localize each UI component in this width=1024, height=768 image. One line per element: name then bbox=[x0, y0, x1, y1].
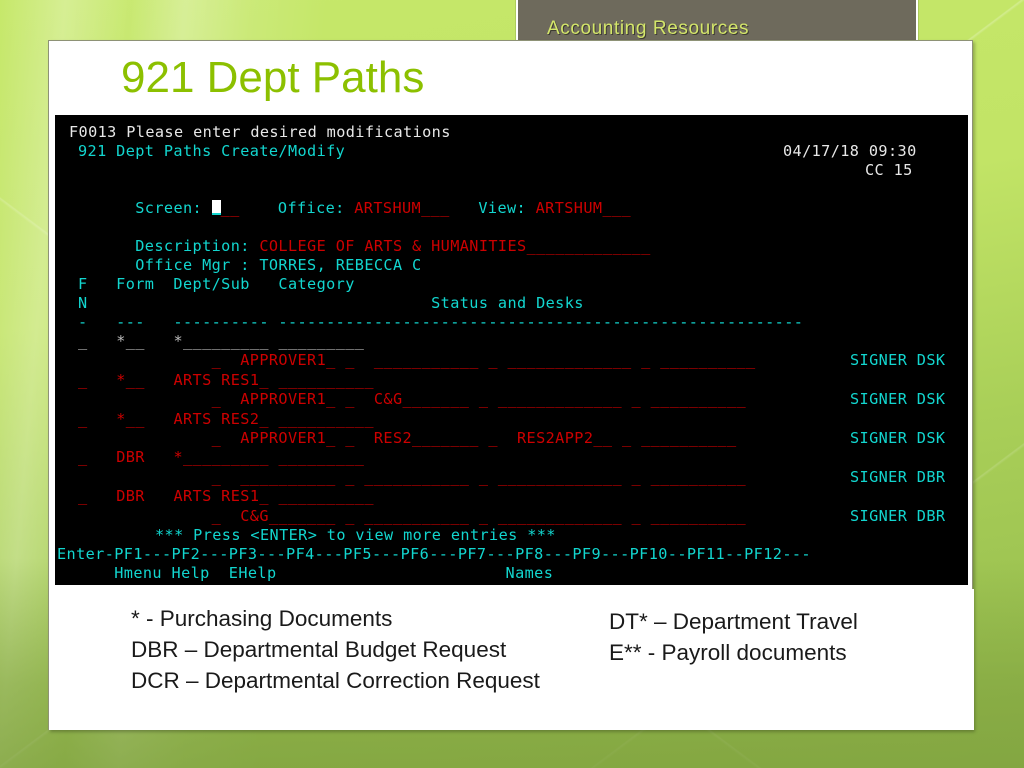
screen-input-cursor[interactable] bbox=[211, 200, 221, 216]
legend-item: DT* – Department Travel bbox=[609, 609, 858, 634]
table-header-rule: - --- ---------- -----------------------… bbox=[78, 313, 804, 331]
table-row-continuation[interactable]: _ C&G_______ _ ___________ _ ___________… bbox=[78, 507, 746, 526]
banner-label: Accounting Resources bbox=[547, 18, 750, 39]
row-category-field[interactable]: _________ bbox=[278, 448, 364, 466]
terminal-cc: CC 15 bbox=[865, 161, 913, 179]
legend-item: * - Purchasing Documents bbox=[131, 606, 393, 631]
table-row-continuation[interactable]: _ APPROVER1_ _ RES2_______ _ RES2APP2__ … bbox=[78, 429, 737, 448]
description-fill[interactable]: _____________ bbox=[527, 237, 651, 255]
more-entries-prompt: *** Press <ENTER> to view more entries *… bbox=[155, 526, 556, 544]
row-deptsub-field[interactable]: ARTS RES2_ bbox=[173, 410, 268, 428]
pf-key-labels: Hmenu Help EHelp Names bbox=[57, 564, 554, 582]
view-input-fill[interactable]: ___ bbox=[602, 199, 631, 217]
table-header-line-2: N Status and Desks bbox=[78, 294, 584, 312]
row-signer-desk: SIGNER DSK bbox=[850, 390, 946, 409]
row-signer-desk: SIGNER DSK bbox=[850, 429, 946, 447]
table-row-continuation[interactable]: _ APPROVER1_ _ ___________ _ ___________… bbox=[78, 351, 756, 370]
office-manager-value: TORRES, REBECCA C bbox=[259, 256, 422, 275]
office-input-value[interactable]: ARTSHUM bbox=[354, 199, 421, 217]
row-deptsub-field[interactable]: ARTS RES1_ bbox=[173, 487, 268, 505]
office-manager-label: Office Mgr : bbox=[135, 256, 250, 275]
table-row[interactable]: _ *__ *_________ _________ bbox=[78, 332, 364, 351]
terminal-screen-title: 921 Dept Paths Create/Modify bbox=[78, 142, 346, 160]
row-category-field[interactable]: __________ bbox=[278, 410, 373, 428]
row-fn-field[interactable]: _ bbox=[78, 332, 88, 350]
row-signer-desk: SIGNER DSK bbox=[850, 351, 946, 370]
row-form-field[interactable]: DBR bbox=[116, 448, 145, 466]
row-form-field[interactable]: *__ bbox=[116, 371, 145, 389]
terminal-date: 04/17/18 09:30 bbox=[783, 142, 917, 160]
table-row[interactable]: _ *__ ARTS RES2_ __________ bbox=[78, 410, 374, 429]
mainframe-terminal-screen[interactable]: F0013 Please enter desired modifications… bbox=[55, 115, 968, 585]
row-detail-fields[interactable]: _ C&G_______ _ ___________ _ ___________… bbox=[78, 507, 746, 525]
table-row-continuation[interactable]: _ __________ _ ___________ _ ___________… bbox=[78, 468, 746, 487]
row-fn-field[interactable]: _ bbox=[78, 371, 88, 389]
row-fn-field[interactable]: _ bbox=[78, 487, 88, 505]
row-signer-desk: SIGNER DBR bbox=[850, 467, 946, 486]
legend-item: E** - Payroll documents bbox=[609, 640, 847, 665]
row-fn-field[interactable]: _ bbox=[78, 448, 88, 466]
row-deptsub-field[interactable]: *_________ bbox=[173, 448, 268, 466]
row-deptsub-field[interactable]: ARTS RES1_ bbox=[173, 371, 268, 389]
row-signer-desk: SIGNER DBR bbox=[850, 506, 946, 525]
row-detail-fields[interactable]: _ __________ _ ___________ _ ___________… bbox=[78, 468, 746, 486]
row-detail-fields[interactable]: _ APPROVER1_ _ ___________ _ ___________… bbox=[78, 351, 756, 369]
view-field-label: View: bbox=[478, 199, 527, 218]
view-input-value[interactable]: ARTSHUM bbox=[536, 199, 603, 217]
legend-item: DCR – Departmental Correction Request bbox=[131, 668, 540, 693]
row-detail-fields[interactable]: _ APPROVER1_ _ RES2_______ _ RES2APP2__ … bbox=[78, 429, 737, 447]
row-form-field[interactable]: *__ bbox=[116, 410, 145, 428]
office-input-fill[interactable]: ___ bbox=[421, 199, 450, 217]
row-form-field[interactable]: *__ bbox=[116, 332, 145, 350]
table-row-continuation[interactable]: _ APPROVER1_ _ C&G_______ _ ____________… bbox=[78, 390, 746, 409]
screen-field-label: Screen: bbox=[135, 199, 203, 218]
row-form-field[interactable]: DBR bbox=[116, 487, 145, 505]
row-detail-fields[interactable]: _ APPROVER1_ _ C&G_______ _ ____________… bbox=[78, 390, 746, 408]
legend-item: DBR – Departmental Budget Request bbox=[131, 637, 507, 662]
row-fn-field[interactable]: _ bbox=[78, 410, 88, 428]
screen-input-fill[interactable]: __ bbox=[221, 199, 240, 217]
page-title: 921 Dept Paths bbox=[121, 53, 425, 102]
row-category-field[interactable]: __________ bbox=[278, 371, 373, 389]
terminal-message-line: F0013 Please enter desired modifications bbox=[69, 123, 451, 141]
table-row[interactable]: _ DBR ARTS RES1_ __________ bbox=[78, 487, 374, 506]
pf-key-line[interactable]: Enter-PF1---PF2---PF3---PF4---PF5---PF6-… bbox=[57, 545, 811, 564]
office-field-label: Office: bbox=[277, 199, 345, 218]
legend-column-right: DT* – Department Travel E** - Payroll do… bbox=[609, 606, 858, 668]
table-header-line-1: F Form Dept/Sub Category bbox=[78, 275, 355, 293]
slide-content-card: 921 Dept Paths F0013 Please enter desire… bbox=[48, 40, 974, 730]
table-row[interactable]: _ *__ ARTS RES1_ __________ bbox=[78, 371, 374, 390]
row-category-field[interactable]: __________ bbox=[278, 487, 373, 505]
row-category-field[interactable]: _________ bbox=[278, 332, 364, 350]
legend-block: * - Purchasing Documents DBR – Departmen… bbox=[49, 589, 974, 730]
legend-column-left: * - Purchasing Documents DBR – Departmen… bbox=[131, 603, 540, 696]
row-deptsub-field[interactable]: *_________ bbox=[173, 332, 268, 350]
table-row[interactable]: _ DBR *_________ _________ bbox=[78, 448, 364, 467]
